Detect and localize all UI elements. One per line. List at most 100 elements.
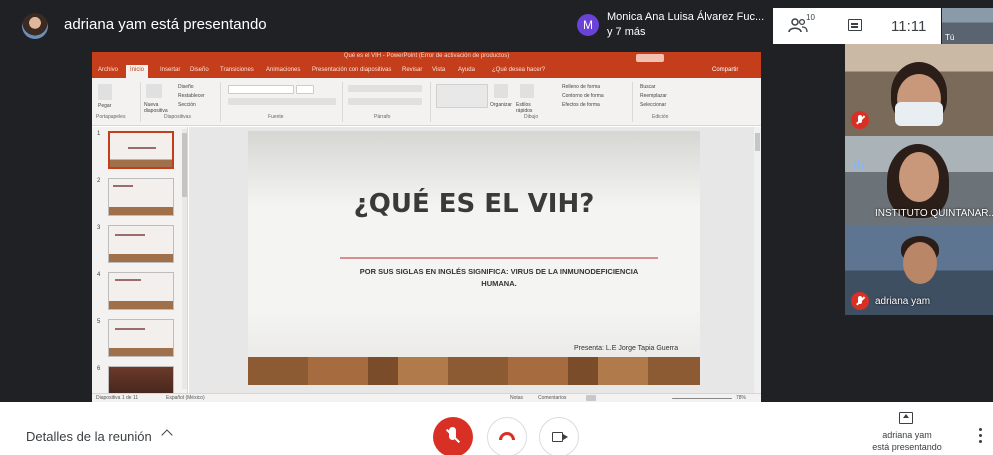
participant-tile[interactable]: INSTITUTO QUINTANAR... — [845, 136, 993, 226]
mic-toggle-button[interactable] — [433, 417, 473, 455]
group-fuente: Fuente — [268, 114, 284, 120]
clock: 11:11 — [891, 18, 927, 35]
meeting-details-button[interactable]: Detalles de la reunión — [26, 429, 152, 444]
muted-mic-icon — [851, 292, 869, 310]
people-icon — [788, 18, 808, 33]
paste-label: Pegar — [98, 103, 112, 109]
group-diapositivas: Diapositivas — [164, 114, 191, 120]
speaking-indicator-icon — [854, 159, 866, 169]
slide-title: ¿QUÉ ES EL VIH? — [353, 189, 595, 219]
paragraph-align-buttons[interactable] — [348, 98, 422, 105]
participant-tile[interactable]: adriana yam — [845, 226, 993, 315]
tab-vista[interactable]: Vista — [432, 67, 445, 73]
slide-thumbnail-3[interactable] — [108, 225, 174, 263]
layout-button[interactable]: Diseño — [178, 84, 194, 90]
shape-fill-button[interactable]: Relleno de forma — [562, 84, 600, 90]
thumb-number: 6 — [97, 366, 101, 372]
editor-scroll-handle[interactable] — [755, 133, 760, 151]
slide-thumbnail-2[interactable] — [108, 178, 174, 216]
participant-face — [899, 152, 939, 202]
tab-revisar[interactable]: Revisar — [402, 67, 422, 73]
participant-avatar: M — [577, 14, 599, 36]
tab-ayuda[interactable]: Ayuda — [458, 67, 475, 73]
slide-subtitle: POR SUS SIGLAS EN INGLÉS SIGNIFICA: VIRU… — [359, 267, 639, 288]
tab-presentacion[interactable]: Presentación con diapositivas — [312, 67, 391, 73]
zoom-level[interactable]: 78% — [736, 395, 746, 401]
slide-author: Presenta: L.E Jorge Tapia Guerra — [574, 345, 679, 352]
font-size-select[interactable] — [296, 85, 314, 94]
shape-outline-button[interactable]: Contorno de forma — [562, 93, 604, 99]
ribbon-separator — [140, 82, 141, 122]
current-slide[interactable]: ¿QUÉ ES EL VIH? POR SUS SIGLAS EN INGLÉS… — [248, 131, 700, 385]
group-portapapeles: Portapapeles — [96, 114, 126, 120]
leave-call-button[interactable] — [487, 417, 527, 455]
slide-thumbnail-1[interactable] — [108, 131, 174, 169]
thumb-number: 5 — [97, 319, 101, 325]
thumb-number: 3 — [97, 225, 101, 231]
slide-count: Diapositiva 1 de 11 — [96, 395, 139, 401]
presenter-avatar — [22, 13, 48, 39]
participant-summary[interactable]: M Monica Ana Luisa Álvarez Fuc... y 7 má… — [577, 9, 773, 43]
comments-button[interactable]: Comentarios — [538, 395, 566, 401]
tab-diseno[interactable]: Diseño — [190, 67, 209, 73]
normal-view-icon[interactable] — [586, 395, 596, 401]
tab-animaciones[interactable]: Animaciones — [266, 67, 300, 73]
group-dibujo: Dibujo — [524, 114, 539, 120]
presenting-status: está presentando — [872, 442, 942, 452]
more-options-icon[interactable] — [978, 428, 984, 444]
slide-thumbnail-6[interactable] — [108, 366, 174, 393]
language-indicator[interactable]: Español (México) — [166, 395, 205, 401]
group-parrafo: Párrafo — [374, 114, 391, 120]
thumbnail-scroll-handle[interactable] — [182, 133, 187, 197]
participant-tiles: INSTITUTO QUINTANAR... adriana yam — [845, 44, 993, 315]
chevron-up-icon[interactable] — [161, 429, 173, 441]
tab-transiciones[interactable]: Transiciones — [220, 67, 254, 73]
paste-icon[interactable] — [98, 84, 112, 100]
shape-effects-button[interactable]: Efectos de forma — [562, 102, 600, 108]
slide-thumbnail-4[interactable] — [108, 272, 174, 310]
paragraph-list-buttons[interactable] — [348, 85, 422, 92]
thumb-number: 2 — [97, 178, 101, 184]
find-button[interactable]: Buscar — [640, 84, 656, 90]
powerpoint-window: Qué es el VIH - PowerPoint (Error de act… — [92, 52, 761, 402]
ppt-share-button[interactable]: Compartir — [712, 67, 738, 73]
tell-me-search[interactable]: ¿Qué desea hacer? — [492, 67, 545, 73]
font-name-select[interactable] — [228, 85, 294, 94]
people-count: 10 — [806, 13, 815, 22]
thumb-number: 4 — [97, 272, 101, 278]
camera-toggle-button[interactable] — [539, 417, 579, 455]
reset-button[interactable]: Restablecer — [178, 93, 205, 99]
ppt-ribbon-tabs: Archivo Inicio Insertar Diseño Transicio… — [92, 64, 761, 78]
section-button[interactable]: Sección — [178, 102, 196, 108]
thumb-number: 1 — [97, 131, 101, 137]
ppt-ribbon: Pegar Portapapeles Nueva diapositiva Dis… — [92, 78, 761, 126]
chat-button[interactable] — [845, 16, 865, 36]
ribbon-separator — [220, 82, 221, 122]
notes-button[interactable]: Notas — [510, 395, 523, 401]
tab-insertar[interactable]: Insertar — [160, 67, 180, 73]
shapes-gallery[interactable] — [436, 84, 488, 108]
new-slide-icon[interactable] — [146, 84, 162, 98]
present-screen-icon[interactable] — [899, 412, 913, 424]
editor-scrollbar[interactable] — [754, 127, 761, 393]
participant-tile[interactable] — [845, 44, 993, 136]
zoom-slider[interactable] — [672, 398, 732, 399]
ppt-signin-button[interactable] — [636, 54, 664, 62]
self-view[interactable]: Tú — [942, 8, 993, 44]
arrange-label: Organizar — [490, 102, 512, 108]
slide-editor: ¿QUÉ ES EL VIH? POR SUS SIGLAS EN INGLÉS… — [189, 127, 757, 393]
replace-button[interactable]: Reemplazar — [640, 93, 667, 99]
chat-icon — [848, 19, 862, 31]
tab-archivo[interactable]: Archivo — [98, 67, 118, 73]
top-actions: 10 11:11 — [773, 8, 941, 44]
quick-styles-icon[interactable] — [520, 84, 534, 98]
font-format-buttons[interactable] — [228, 98, 336, 105]
participant-face — [903, 242, 937, 284]
group-edicion: Edición — [652, 114, 669, 120]
select-button[interactable]: Seleccionar — [640, 102, 666, 108]
presentation-stage: Qué es el VIH - PowerPoint (Error de act… — [0, 52, 845, 402]
slide-thumbnail-5[interactable] — [108, 319, 174, 357]
thumbnail-scrollbar[interactable] — [182, 129, 187, 389]
arrange-icon[interactable] — [494, 84, 508, 98]
tab-inicio[interactable]: Inicio — [126, 65, 149, 78]
